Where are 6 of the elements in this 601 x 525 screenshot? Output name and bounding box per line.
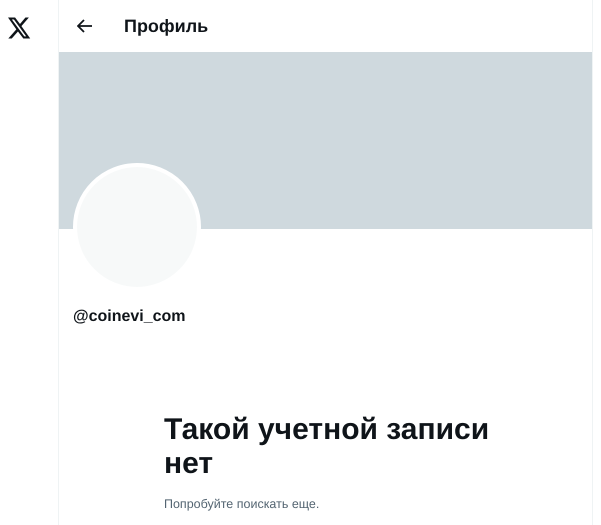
empty-state-subtitle: Попробуйте поискать еще. xyxy=(164,496,320,513)
back-arrow-icon xyxy=(77,19,93,33)
page-title: Профиль xyxy=(124,14,208,38)
empty-state-title: Такой учетной записи нет xyxy=(164,413,490,481)
profile-handle: @coinevi_com xyxy=(73,308,186,325)
x-logo-icon[interactable] xyxy=(8,17,31,39)
